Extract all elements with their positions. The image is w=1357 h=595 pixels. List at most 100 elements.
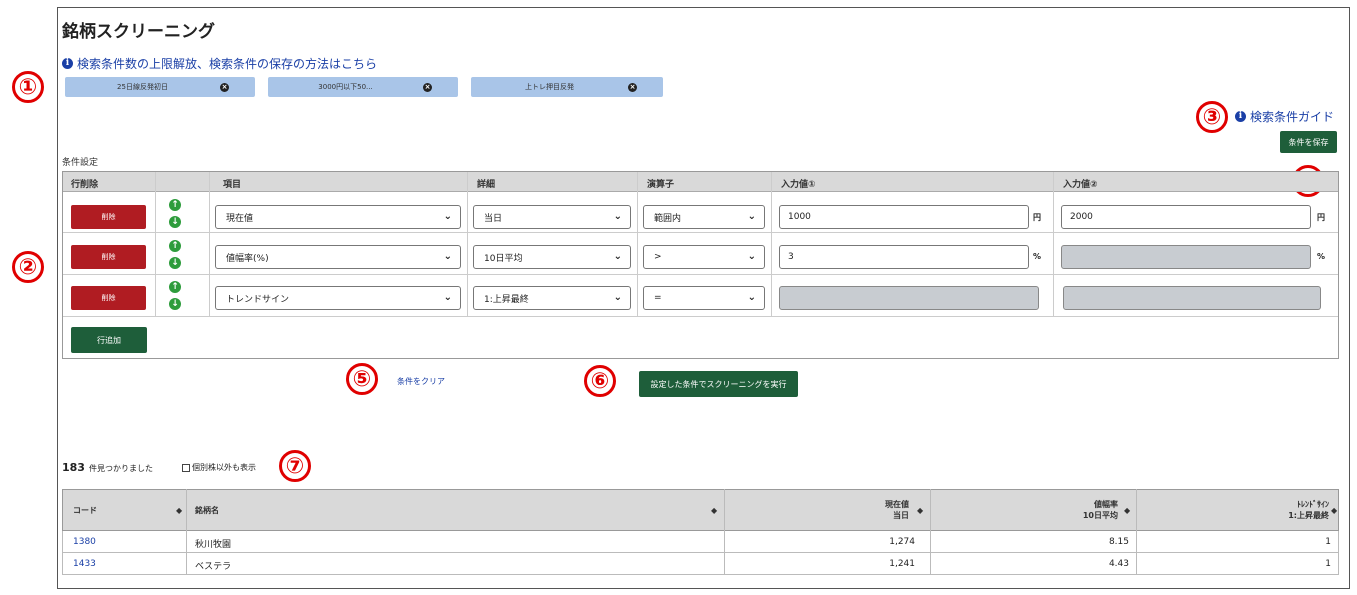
add-row-button[interactable]: 行追加 [71, 327, 147, 353]
chevron-down-icon: ⌄ [613, 211, 622, 222]
condition-guide-link[interactable]: i 検索条件ガイド [1235, 108, 1334, 125]
sort-icon[interactable]: ◆ [711, 506, 717, 516]
result-count-suffix: 件見つかりました [88, 464, 153, 473]
show-non-individual-toggle[interactable]: 個別株以外も表示 [182, 462, 256, 473]
col-name: 銘柄名 [195, 506, 219, 515]
stock-name: 秋川牧園 [195, 540, 232, 550]
unit-label: % [1033, 252, 1042, 261]
result-count-number: 183 [62, 461, 85, 474]
unit-label: 円 [1317, 213, 1325, 222]
unit-label: % [1317, 252, 1326, 261]
detail-select[interactable]: 10日平均 ⌄ [473, 245, 631, 269]
conditions-table: 行削除 項目 詳細 演算子 入力値① 入力値② 削除 ↑ ↓ 現在値 ⌄ 当日 ⌄ … [62, 171, 1339, 359]
close-icon[interactable]: × [628, 82, 637, 92]
col-price-bottom: 当日 [893, 511, 909, 520]
delete-row-button[interactable]: 削除 [71, 205, 146, 229]
col-item: 項目 [223, 180, 242, 190]
annotation-7: ⑦ [279, 450, 313, 484]
chevron-down-icon: ⌄ [443, 292, 452, 303]
chip-label: 3000円以下50... [318, 83, 373, 91]
operator-select[interactable]: > ⌄ [643, 245, 765, 269]
annotation-1: ① [12, 71, 46, 105]
delete-row-button[interactable]: 削除 [71, 286, 146, 310]
detail-select[interactable]: 当日 ⌄ [473, 205, 631, 229]
chevron-down-icon: ⌄ [613, 251, 622, 262]
trend-cell: 1 [1325, 537, 1331, 547]
arrow-up-icon[interactable]: ↑ [169, 199, 181, 211]
col-value2: 入力値② [1063, 180, 1098, 190]
result-count: 183 件見つかりました [62, 461, 153, 474]
arrow-up-icon[interactable]: ↑ [169, 240, 181, 252]
table-row[interactable]: 1433 ベステラ 1,241 4.43 1 [62, 553, 1339, 575]
item-select[interactable]: トレンドサイン ⌄ [215, 286, 461, 310]
detail-select[interactable]: 1:上昇最終 ⌄ [473, 286, 631, 310]
save-conditions-button[interactable]: 条件を保存 [1280, 131, 1337, 153]
stock-name: ベステラ [195, 562, 232, 572]
col-delete: 行削除 [71, 180, 99, 190]
col-range-top: 値幅率 [1094, 500, 1118, 509]
condition-chip[interactable]: 3000円以下50... × [268, 77, 458, 97]
value2-input-disabled [1063, 286, 1321, 310]
col-operator: 演算子 [647, 180, 675, 190]
arrow-down-icon[interactable]: ↓ [169, 257, 181, 269]
chevron-down-icon: ⌄ [443, 251, 452, 262]
value1-input[interactable]: 3 [779, 245, 1029, 269]
operator-select[interactable]: = ⌄ [643, 286, 765, 310]
value2-input-disabled [1061, 245, 1311, 269]
info-link[interactable]: i 検索条件数の上限解放、検索条件の保存の方法はこちら [62, 55, 377, 72]
annotation-2: ② [12, 251, 46, 285]
close-icon[interactable]: × [423, 82, 432, 92]
col-value1: 入力値① [781, 180, 816, 190]
col-range-bottom: 10日平均 [1082, 511, 1118, 520]
col-code: コード [73, 506, 97, 515]
value1-input-disabled [779, 286, 1039, 310]
operator-select[interactable]: 範囲内 ⌄ [643, 205, 765, 229]
range-cell: 4.43 [1108, 559, 1129, 569]
value1-input[interactable]: 1000 [779, 205, 1029, 229]
table-row[interactable]: 1380 秋川牧園 1,274 8.15 1 [62, 531, 1339, 553]
chevron-down-icon: ⌄ [747, 292, 756, 303]
arrow-down-icon[interactable]: ↓ [169, 216, 181, 228]
item-select[interactable]: 値幅率(%) ⌄ [215, 245, 461, 269]
checkbox[interactable] [182, 463, 190, 472]
value2-input[interactable]: 2000 [1061, 205, 1311, 229]
stock-code-link[interactable]: 1433 [73, 559, 96, 569]
run-screening-button[interactable]: 設定した条件でスクリーニングを実行 [639, 371, 798, 397]
results-header: コード ◆ 銘柄名 ◆ 現在値 当日 ◆ 値幅率 10日平均 ◆ ﾄﾚﾝﾄﾞｻｲ… [62, 489, 1339, 531]
sort-icon[interactable]: ◆ [176, 506, 182, 516]
annotation-6: ⑥ [584, 365, 618, 399]
chip-label: 上トレ押目反発 [525, 83, 574, 91]
annotation-5: ⑤ [346, 363, 380, 397]
info-link-text[interactable]: 検索条件数の上限解放、検索条件の保存の方法はこちら [77, 55, 377, 72]
close-icon[interactable]: × [220, 82, 229, 92]
item-select[interactable]: 現在値 ⌄ [215, 205, 461, 229]
col-trend-bottom: 1:上昇最終 [1288, 511, 1329, 520]
annotation-3: ③ [1196, 101, 1230, 135]
sort-icon[interactable]: ◆ [1124, 506, 1130, 516]
condition-chip[interactable]: 上トレ押目反発 × [471, 77, 663, 97]
checkbox-label: 個別株以外も表示 [192, 463, 256, 472]
chevron-down-icon: ⌄ [747, 211, 756, 222]
trend-cell: 1 [1325, 559, 1331, 569]
sort-icon[interactable]: ◆ [1331, 506, 1337, 516]
chip-label: 25日線反発初日 [117, 83, 168, 91]
condition-chip[interactable]: 25日線反発初日 × [65, 77, 255, 97]
arrow-down-icon[interactable]: ↓ [169, 298, 181, 310]
range-cell: 8.15 [1108, 537, 1129, 547]
unit-label: 円 [1033, 213, 1041, 222]
col-detail: 詳細 [477, 180, 496, 190]
info-icon: i [62, 58, 73, 69]
arrow-up-icon[interactable]: ↑ [169, 281, 181, 293]
guide-link-text[interactable]: 検索条件ガイド [1250, 108, 1334, 125]
clear-conditions-link[interactable]: 条件をクリア [397, 376, 445, 387]
price-cell: 1,241 [889, 559, 915, 569]
col-price-top: 現在値 [885, 500, 909, 509]
conditions-header: 行削除 項目 詳細 演算子 入力値① 入力値② [63, 172, 1338, 192]
sort-icon[interactable]: ◆ [917, 506, 923, 516]
delete-row-button[interactable]: 削除 [71, 245, 146, 269]
page-title: 銘柄スクリーニング [62, 22, 215, 42]
chevron-down-icon: ⌄ [613, 292, 622, 303]
stock-code-link[interactable]: 1380 [73, 537, 96, 547]
col-trend-top: ﾄﾚﾝﾄﾞｻｲﾝ [1297, 500, 1329, 509]
chevron-down-icon: ⌄ [747, 251, 756, 262]
